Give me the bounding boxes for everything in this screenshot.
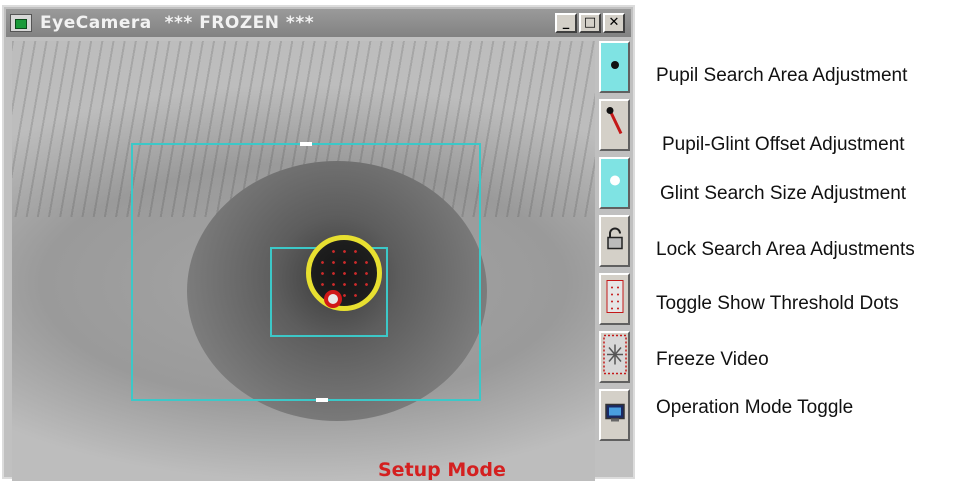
window-title: EyeCamera *** FROZEN *** bbox=[40, 13, 315, 33]
label-threshold-dots: Toggle Show Threshold Dots bbox=[656, 293, 899, 314]
window-controls: _ □ ✕ bbox=[555, 13, 625, 33]
glint-marker bbox=[324, 290, 342, 308]
lock-search-area-button[interactable] bbox=[599, 215, 630, 267]
offset-pointer-icon bbox=[604, 106, 626, 145]
minimize-button[interactable]: _ bbox=[555, 13, 577, 33]
label-pupil-search-area: Pupil Search Area Adjustment bbox=[656, 65, 908, 86]
freeze-icon bbox=[602, 334, 627, 380]
label-glint-search-size: Glint Search Size Adjustment bbox=[660, 183, 907, 204]
label-operation-mode: Operation Mode Toggle bbox=[656, 397, 854, 418]
pupil-outline bbox=[306, 235, 382, 311]
eye-video-view[interactable]: Setup Mode bbox=[12, 41, 595, 481]
pupil-search-area-button[interactable] bbox=[599, 41, 630, 93]
monitor-icon bbox=[604, 403, 626, 428]
search-area-handle-bottom[interactable] bbox=[316, 398, 328, 402]
label-freeze-video: Freeze Video bbox=[656, 349, 769, 370]
eyecamera-window: EyeCamera *** FROZEN *** _ □ ✕ Setup Mod… bbox=[2, 5, 635, 481]
close-button[interactable]: ✕ bbox=[603, 13, 625, 33]
glint-dot-icon bbox=[608, 174, 622, 193]
maximize-button[interactable]: □ bbox=[579, 13, 601, 33]
pupil-dot-icon bbox=[609, 58, 621, 76]
glint-search-size-button[interactable] bbox=[599, 157, 630, 209]
threshold-dots-button[interactable] bbox=[599, 273, 630, 325]
operation-mode-button[interactable] bbox=[599, 389, 630, 441]
mode-label: Setup Mode bbox=[378, 459, 506, 481]
label-lock-search-area: Lock Search Area Adjustments bbox=[656, 239, 915, 260]
search-area-handle-top[interactable] bbox=[300, 142, 312, 146]
lock-icon bbox=[606, 227, 624, 256]
freeze-video-button[interactable] bbox=[599, 331, 630, 383]
title-bar[interactable]: EyeCamera *** FROZEN *** _ □ ✕ bbox=[6, 9, 631, 37]
camera-icon bbox=[10, 14, 32, 32]
label-pupil-glint-offset: Pupil-Glint Offset Adjustment bbox=[662, 134, 905, 155]
threshold-dots-icon bbox=[606, 280, 624, 319]
adjustment-toolbar bbox=[598, 41, 631, 481]
pupil-glint-offset-button[interactable] bbox=[599, 99, 630, 151]
